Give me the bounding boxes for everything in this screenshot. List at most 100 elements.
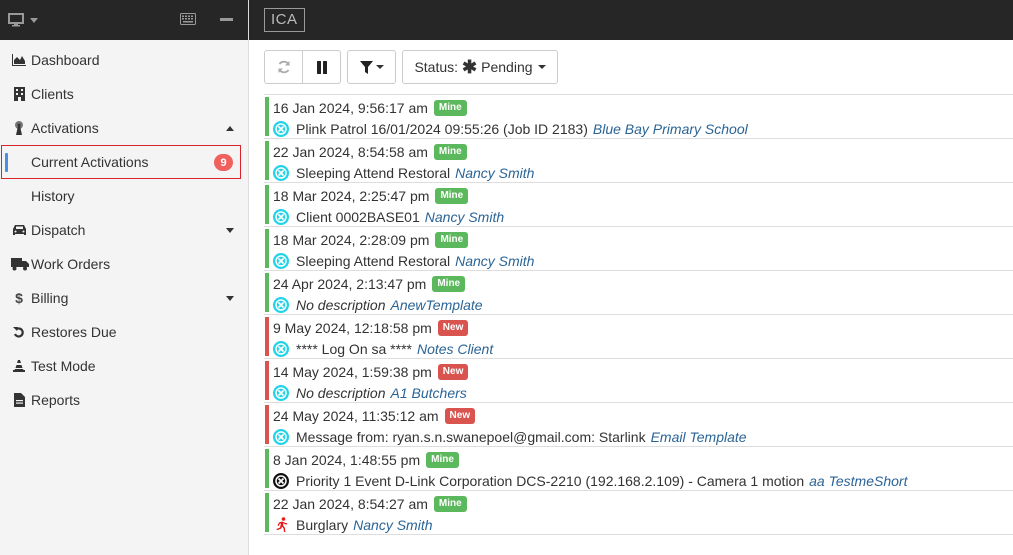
activation-description: Burglary — [296, 517, 349, 533]
times-circle-cyan-icon — [273, 209, 289, 225]
activation-row[interactable]: 22 Jan 2024, 8:54:58 am Mine Sleeping Atte… — [264, 139, 1013, 183]
undo-icon — [11, 324, 27, 340]
activation-row[interactable]: 22 Jan 2024, 8:54:27 am Mine Burglary Nancy… — [264, 491, 1013, 535]
sidebar-item-label: Current Activations — [31, 154, 149, 170]
sidebar-item-test-mode[interactable]: Test Mode — [0, 349, 248, 383]
pause-icon — [316, 60, 327, 74]
app-logo[interactable]: ICA — [264, 8, 305, 32]
sidebar-item-activations[interactable]: Activations — [0, 111, 248, 145]
sidebar-item-label: Reports — [31, 392, 81, 408]
activation-row[interactable]: 9 May 2024, 12:18:58 pm New **** Log On sa… — [264, 315, 1013, 359]
area-chart-icon — [11, 52, 27, 68]
activation-details: Client 0002BASE01 Nancy Smith — [273, 206, 1013, 228]
activation-row[interactable]: 14 May 2024, 1:59:38 pm New No description… — [264, 359, 1013, 403]
times-circle-cyan-icon — [273, 165, 289, 181]
car-icon — [11, 222, 27, 238]
activation-header: 22 Jan 2024, 8:54:27 am Mine — [273, 494, 1013, 514]
sidebar-item-label: Billing — [31, 290, 69, 306]
filter-dropdown-button[interactable] — [347, 50, 396, 84]
minimize-icon[interactable] — [220, 18, 233, 21]
client-link[interactable]: aa TestmeShort — [809, 473, 907, 489]
activation-header: 8 Jan 2024, 1:48:55 pm Mine — [273, 450, 1013, 470]
client-link[interactable]: Nancy Smith — [455, 165, 534, 181]
times-circle-cyan-icon — [273, 121, 289, 137]
client-link[interactable]: Nancy Smith — [455, 253, 534, 269]
sidebar-item-restores-due[interactable]: Restores Due — [0, 315, 248, 349]
activation-row[interactable]: 18 Mar 2024, 2:28:09 pm Mine Sleeping Atte… — [264, 227, 1013, 271]
monitor-dropdown[interactable] — [8, 13, 38, 27]
chevron-down-icon — [537, 65, 546, 69]
activation-details: Sleeping Attend Restoral Nancy Smith — [273, 162, 1013, 184]
times-circle-cyan-icon — [273, 385, 289, 401]
sidebar-item-dispatch[interactable]: Dispatch — [0, 213, 248, 247]
activation-timestamp: 18 Mar 2024, 2:28:09 pm — [273, 232, 430, 248]
status-value: Pending — [481, 59, 533, 75]
sidebar-item-clients[interactable]: Clients — [0, 77, 248, 111]
sidebar: Dashboard Clients Activations Current Ac… — [0, 0, 249, 555]
sidebar-item-reports[interactable]: Reports — [0, 383, 248, 417]
status-label: Status: — [414, 59, 459, 75]
times-circle-cyan-icon — [273, 297, 289, 313]
refresh-pause-group — [264, 50, 341, 84]
chevron-down-icon — [226, 228, 234, 233]
monitor-icon — [8, 13, 24, 27]
sidebar-item-current-activations[interactable]: Current Activations 9 — [1, 145, 241, 179]
activation-row[interactable]: 24 May 2024, 11:35:12 am New Message from:… — [264, 403, 1013, 447]
sidebar-item-label: Restores Due — [31, 324, 117, 340]
activations-list: 16 Jan 2024, 9:56:17 am Mine Plink Patrol … — [264, 94, 1013, 535]
activation-details: Priority 1 Event D-Link Corporation DCS-… — [273, 470, 1013, 492]
top-navbar: ICA — [249, 0, 1013, 40]
activation-details: **** Log On sa **** Notes Client — [273, 338, 1013, 360]
broadcast-tower-icon — [11, 120, 27, 136]
activation-timestamp: 14 May 2024, 1:59:38 pm — [273, 364, 432, 380]
new-badge: New — [437, 320, 469, 336]
sidebar-item-label: Activations — [31, 120, 99, 136]
sidebar-item-label: Dashboard — [31, 52, 100, 68]
client-link[interactable]: Blue Bay Primary School — [593, 121, 748, 137]
activation-row[interactable]: 16 Jan 2024, 9:56:17 am Mine Plink Patrol … — [264, 95, 1013, 139]
activation-row[interactable]: 8 Jan 2024, 1:48:55 pm Mine Priority 1 Eve… — [264, 447, 1013, 491]
activation-details: Plink Patrol 16/01/2024 09:55:26 (Job ID… — [273, 118, 1013, 140]
activation-details: Sleeping Attend Restoral Nancy Smith — [273, 250, 1013, 272]
pause-button[interactable] — [303, 50, 341, 84]
sidebar-item-work-orders[interactable]: Work Orders — [0, 247, 248, 281]
times-circle-black-icon — [273, 473, 289, 489]
activation-details: Burglary Nancy Smith — [273, 514, 1013, 536]
activation-header: 16 Jan 2024, 9:56:17 am Mine — [273, 98, 1013, 118]
truck-icon — [11, 256, 29, 272]
sidebar-item-history[interactable]: History — [0, 179, 248, 213]
activation-description: Client 0002BASE01 — [296, 209, 420, 225]
status-dropdown-button[interactable]: Status: ✱ Pending — [402, 50, 558, 84]
activation-row[interactable]: 18 Mar 2024, 2:25:47 pm Mine Client 0002BA… — [264, 183, 1013, 227]
sidebar-header — [0, 0, 248, 40]
times-circle-cyan-icon — [273, 341, 289, 357]
activation-header: 24 May 2024, 11:35:12 am New — [273, 406, 1013, 426]
activation-description: Plink Patrol 16/01/2024 09:55:26 (Job ID… — [296, 121, 588, 137]
file-icon — [11, 392, 27, 408]
sidebar-item-label: Clients — [31, 86, 74, 102]
filter-icon — [359, 60, 373, 74]
sidebar-item-billing[interactable]: $ Billing — [0, 281, 248, 315]
chevron-down-icon — [375, 65, 384, 69]
activation-details: Message from: ryan.s.n.swanepoel@gmail.c… — [273, 426, 1013, 448]
client-link[interactable]: AnewTemplate — [391, 297, 483, 313]
keyboard-icon[interactable] — [180, 13, 196, 25]
client-link[interactable]: Email Template — [651, 429, 747, 445]
client-link[interactable]: Nancy Smith — [425, 209, 504, 225]
activation-description: Sleeping Attend Restoral — [296, 253, 451, 269]
activation-row[interactable]: 24 Apr 2024, 2:13:47 pm Mine No descriptio… — [264, 271, 1013, 315]
sidebar-item-dashboard[interactable]: Dashboard — [0, 43, 248, 77]
activation-header: 14 May 2024, 1:59:38 pm New — [273, 362, 1013, 382]
asterisk-icon: ✱ — [462, 57, 478, 77]
client-link[interactable]: A1 Butchers — [391, 385, 467, 401]
traffic-cone-icon — [11, 358, 27, 374]
refresh-button[interactable] — [264, 50, 303, 84]
times-circle-cyan-icon — [273, 253, 289, 269]
client-link[interactable]: Notes Client — [417, 341, 493, 357]
sidebar-item-label: Test Mode — [31, 358, 96, 374]
new-badge: New — [437, 364, 469, 380]
sidebar-item-label: Dispatch — [31, 222, 86, 238]
activation-description: **** Log On sa **** — [296, 341, 412, 357]
activation-timestamp: 16 Jan 2024, 9:56:17 am — [273, 100, 428, 116]
client-link[interactable]: Nancy Smith — [353, 517, 432, 533]
